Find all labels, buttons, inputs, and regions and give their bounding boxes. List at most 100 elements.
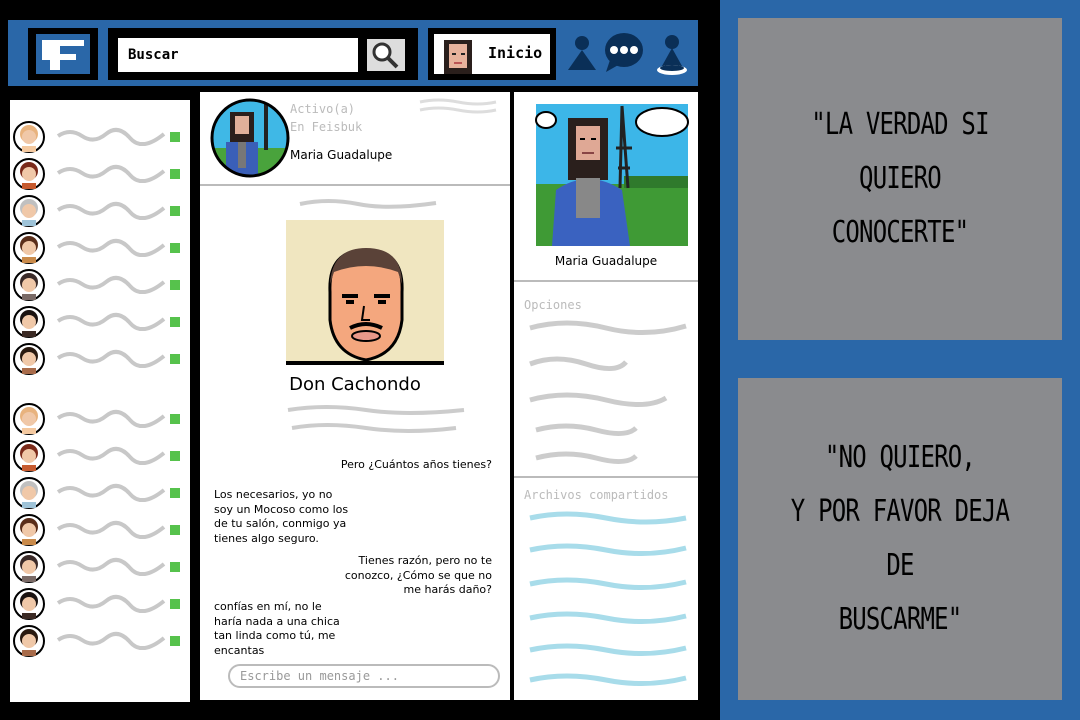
divider	[514, 280, 698, 282]
contact-avatar	[13, 269, 45, 301]
online-indicator	[170, 206, 180, 216]
contact-name-scribble	[56, 446, 166, 465]
contact-avatar	[13, 514, 45, 546]
contact-name-scribble	[56, 275, 166, 294]
contact-name-scribble	[56, 164, 166, 183]
contact-row[interactable]	[10, 622, 190, 658]
contact-row[interactable]	[10, 585, 190, 621]
contact-name-scribble	[56, 557, 166, 576]
profile-name[interactable]: Don Cachondo	[200, 374, 510, 395]
shared-files-title: Archivos compartidos	[524, 488, 669, 502]
chat-header: Activo(a) En Feisbuk Maria Guadalupe	[200, 92, 510, 186]
contact-avatar	[13, 440, 45, 472]
home-button[interactable]: Inicio	[428, 28, 556, 80]
contact-avatar	[13, 306, 45, 338]
quote-line: CONOCERTE"	[831, 215, 969, 250]
contact-row[interactable]	[10, 474, 190, 510]
chat-contact-name[interactable]: Maria Guadalupe	[290, 148, 392, 162]
message-input[interactable]: Escribe un mensaje ...	[228, 664, 500, 688]
online-indicator	[170, 280, 180, 290]
contact-row[interactable]	[10, 118, 190, 154]
contact-row[interactable]	[10, 400, 190, 436]
message-sent: Los necesarios, yo no soy un Mocoso como…	[214, 488, 349, 545]
top-navigation-bar: Inicio	[8, 20, 698, 86]
profile-photo[interactable]	[286, 220, 444, 365]
contact-profile-photo[interactable]	[532, 98, 692, 246]
home-label: Inicio	[488, 44, 543, 62]
contact-avatar	[13, 625, 45, 657]
contact-row[interactable]	[10, 266, 190, 302]
options-title: Opciones	[524, 298, 582, 312]
online-indicator	[170, 169, 180, 179]
online-indicator	[170, 354, 180, 364]
online-indicator	[170, 488, 180, 498]
contact-avatar	[13, 195, 45, 227]
contact-avatar	[13, 477, 45, 509]
search-button[interactable]	[364, 36, 408, 74]
options-list	[529, 320, 687, 464]
contact-row[interactable]	[10, 155, 190, 191]
quote-line: "NO QUIERO,	[824, 440, 976, 475]
online-indicator	[170, 562, 180, 572]
online-indicator	[170, 451, 180, 461]
contacts-list	[10, 100, 190, 702]
contact-avatar[interactable]	[210, 98, 290, 178]
online-indicator	[170, 525, 180, 535]
shared-files-list	[529, 511, 687, 687]
status-active: Activo(a)	[290, 102, 356, 116]
search-bar	[108, 28, 418, 80]
user-avatar	[444, 40, 472, 74]
chat-panel: Activo(a) En Feisbuk Maria Guadalupe Don	[200, 92, 510, 700]
friends-icon[interactable]	[564, 32, 600, 72]
contact-name-scribble	[56, 409, 166, 428]
contact-row[interactable]	[10, 192, 190, 228]
online-indicator	[170, 599, 180, 609]
profile-sidebar: Maria Guadalupe Opciones Archivos compar…	[514, 92, 698, 700]
online-indicator	[170, 414, 180, 424]
facebook-logo-icon[interactable]	[28, 28, 98, 80]
contact-name-scribble	[56, 201, 166, 220]
search-input[interactable]	[118, 38, 358, 72]
contact-name-scribble	[56, 520, 166, 539]
scribble-text	[299, 199, 437, 209]
contact-name-scribble	[56, 238, 166, 257]
online-indicator	[170, 132, 180, 142]
notifications-icon[interactable]	[654, 32, 690, 76]
contact-avatar	[13, 158, 45, 190]
quote-panel-first: "LA VERDAD SI QUIERO CONOCERTE"	[738, 18, 1062, 340]
contact-avatar	[13, 551, 45, 583]
contact-avatar	[13, 121, 45, 153]
social-app-window: Inicio	[0, 0, 720, 720]
scribble-text	[419, 98, 497, 114]
contact-name-scribble	[56, 631, 166, 650]
contact-name-scribble	[56, 483, 166, 502]
contact-row[interactable]	[10, 229, 190, 265]
online-indicator	[170, 317, 180, 327]
online-indicator	[170, 243, 180, 253]
search-icon	[372, 42, 399, 69]
contact-row[interactable]	[10, 548, 190, 584]
contact-avatar	[13, 343, 45, 375]
contact-row[interactable]	[10, 340, 190, 376]
contact-row[interactable]	[10, 437, 190, 473]
online-indicator	[170, 636, 180, 646]
contact-row[interactable]	[10, 511, 190, 547]
quote-line: "LA VERDAD SI QUIERO	[811, 107, 989, 196]
contact-name-scribble	[56, 349, 166, 368]
contact-name-scribble	[56, 127, 166, 146]
status-location: En Feisbuk	[290, 120, 363, 134]
quote-panel-second: "NO QUIERO, Y POR FAVOR DEJA DE BUSCARME…	[738, 378, 1062, 700]
contact-profile-name[interactable]: Maria Guadalupe	[514, 254, 698, 268]
scribble-text	[287, 405, 465, 433]
quote-line: BUSCARME"	[838, 602, 963, 637]
contact-name-scribble	[56, 312, 166, 331]
contact-avatar	[13, 232, 45, 264]
contact-avatar	[13, 588, 45, 620]
message-sent: confías en mí, no le haría nada a una ch…	[214, 600, 340, 657]
contact-name-scribble	[56, 594, 166, 613]
divider	[514, 476, 698, 478]
messages-icon[interactable]	[600, 28, 648, 76]
message-received: Pero ¿Cuántos años tienes?	[340, 458, 492, 471]
quote-panels: "LA VERDAD SI QUIERO CONOCERTE" "NO QUIE…	[720, 0, 1080, 720]
contact-row[interactable]	[10, 303, 190, 339]
